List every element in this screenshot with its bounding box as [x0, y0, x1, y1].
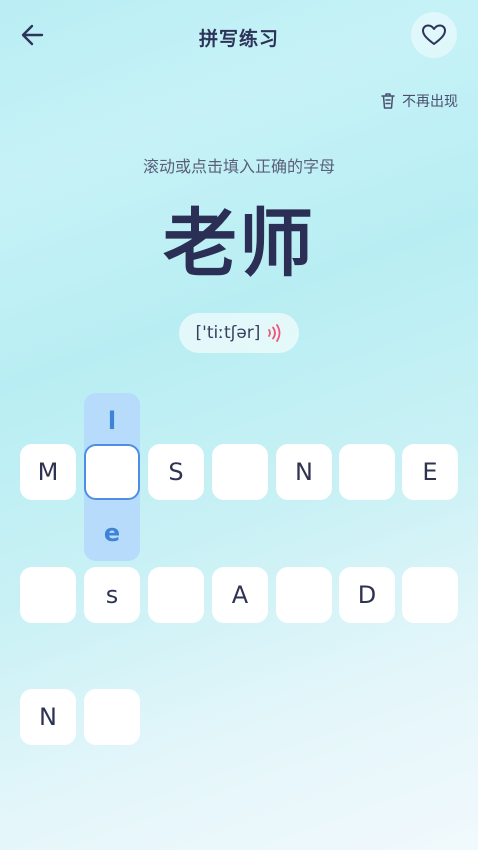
letter-cell[interactable]	[20, 567, 76, 623]
sound-wave-icon	[268, 324, 281, 342]
hide-word-label: 不再出现	[402, 94, 458, 110]
phonetic-text: ['tiːtʃər]	[195, 323, 261, 343]
picker-option-below[interactable]: e	[84, 505, 140, 561]
phonetic-button[interactable]: ['tiːtʃər]	[179, 313, 299, 353]
instruction-text: 滚动或点击填入正确的字母	[142, 157, 335, 176]
letter-cell[interactable]: N	[276, 444, 332, 500]
letter-cell[interactable]	[339, 444, 395, 500]
favorite-button[interactable]	[411, 12, 457, 58]
letter-cell[interactable]: E	[402, 444, 458, 500]
letter-cell[interactable]: D	[339, 567, 395, 623]
heart-icon	[422, 24, 446, 45]
letter-cell[interactable]	[84, 689, 140, 745]
letter-cell[interactable]	[148, 567, 204, 623]
letter-cell[interactable]: M	[20, 444, 76, 500]
letter-cell[interactable]: s	[84, 567, 140, 623]
letter-cell[interactable]: S	[148, 444, 204, 500]
page-title: 拼写练习	[198, 28, 279, 50]
hide-word-button[interactable]: 不再出现	[380, 91, 458, 111]
letter-cell[interactable]	[402, 567, 458, 623]
letter-cell[interactable]	[212, 444, 268, 500]
chinese-word: 老师	[163, 201, 315, 287]
active-letter-cell[interactable]	[84, 444, 140, 500]
letter-cell[interactable]: A	[212, 567, 268, 623]
letter-cell[interactable]	[276, 567, 332, 623]
picker-option-above[interactable]: l	[84, 393, 140, 449]
letter-cell[interactable]: N	[20, 689, 76, 745]
top-bar: 拼写练习	[0, 0, 478, 72]
trash-icon	[381, 93, 395, 109]
